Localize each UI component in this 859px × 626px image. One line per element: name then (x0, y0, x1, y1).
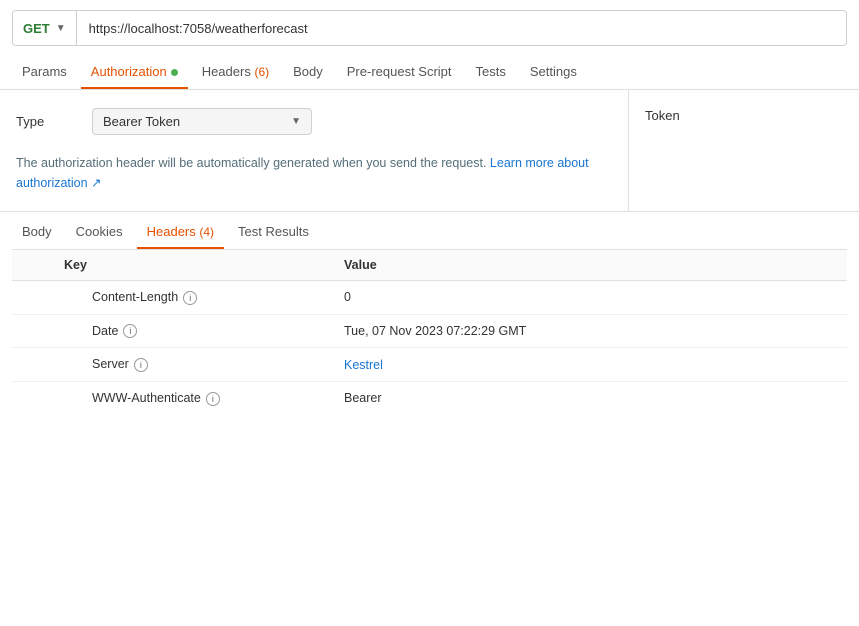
select-chevron-icon: ▼ (291, 116, 301, 127)
key-cell: Serveri (52, 348, 332, 382)
tabs-top: Params Authorization Headers (6) Body Pr… (0, 56, 859, 90)
url-input[interactable] (77, 21, 846, 36)
col-value: Value (332, 250, 847, 281)
tab-top-authorization[interactable]: Authorization (81, 56, 188, 89)
auth-right-panel: Token (629, 90, 859, 211)
bearer-token-select[interactable]: Bearer Token ▼ (92, 108, 312, 135)
token-label: Token (645, 108, 680, 123)
tab-top-params[interactable]: Params (12, 56, 77, 89)
tab-top-body[interactable]: Body (283, 56, 333, 89)
response-table: Key Value Content-Lengthi0DateiTue, 07 N… (12, 250, 847, 415)
table-row: WWW-AuthenticateiBearer (12, 382, 847, 415)
info-icon[interactable]: i (206, 392, 220, 406)
method-label: GET (23, 21, 50, 36)
authorization-dot (171, 69, 178, 76)
key-cell: Datei (52, 314, 332, 348)
info-icon[interactable]: i (134, 358, 148, 372)
info-icon[interactable]: i (183, 291, 197, 305)
tab-bottom-testresults[interactable]: Test Results (228, 216, 319, 249)
bottom-section: Body Cookies Headers (4) Test Results Ke… (0, 212, 859, 415)
type-row: Type Bearer Token ▼ (16, 108, 612, 135)
tab-bottom-cookies[interactable]: Cookies (66, 216, 133, 249)
tab-bottom-headers[interactable]: Headers (4) (137, 216, 224, 249)
tab-top-prerequest[interactable]: Pre-request Script (337, 56, 462, 89)
type-label: Type (16, 114, 76, 129)
info-icon[interactable]: i (123, 324, 137, 338)
key-cell: Content-Lengthi (52, 281, 332, 315)
value-cell: Tue, 07 Nov 2023 07:22:29 GMT (332, 314, 847, 348)
value-cell: 0 (332, 281, 847, 315)
tabs-bottom: Body Cookies Headers (4) Test Results (12, 212, 847, 250)
tab-top-settings[interactable]: Settings (520, 56, 587, 89)
method-chevron-icon: ▼ (56, 23, 66, 34)
main-content: Type Bearer Token ▼ The authorization he… (0, 90, 859, 212)
auth-info-text: The authorization header will be automat… (16, 153, 612, 193)
table-row: ServeriKestrel (12, 348, 847, 382)
auth-left-panel: Type Bearer Token ▼ The authorization he… (0, 90, 629, 211)
col-checkbox (12, 250, 52, 281)
url-bar: GET ▼ (12, 10, 847, 46)
tab-top-headers[interactable]: Headers (6) (192, 56, 279, 89)
table-row: DateiTue, 07 Nov 2023 07:22:29 GMT (12, 314, 847, 348)
tab-bottom-body[interactable]: Body (12, 216, 62, 249)
tab-top-tests[interactable]: Tests (466, 56, 516, 89)
method-select[interactable]: GET ▼ (13, 11, 77, 45)
value-cell: Bearer (332, 382, 847, 415)
col-key: Key (52, 250, 332, 281)
value-cell: Kestrel (332, 348, 847, 382)
table-row: Content-Lengthi0 (12, 281, 847, 315)
key-cell: WWW-Authenticatei (52, 382, 332, 415)
